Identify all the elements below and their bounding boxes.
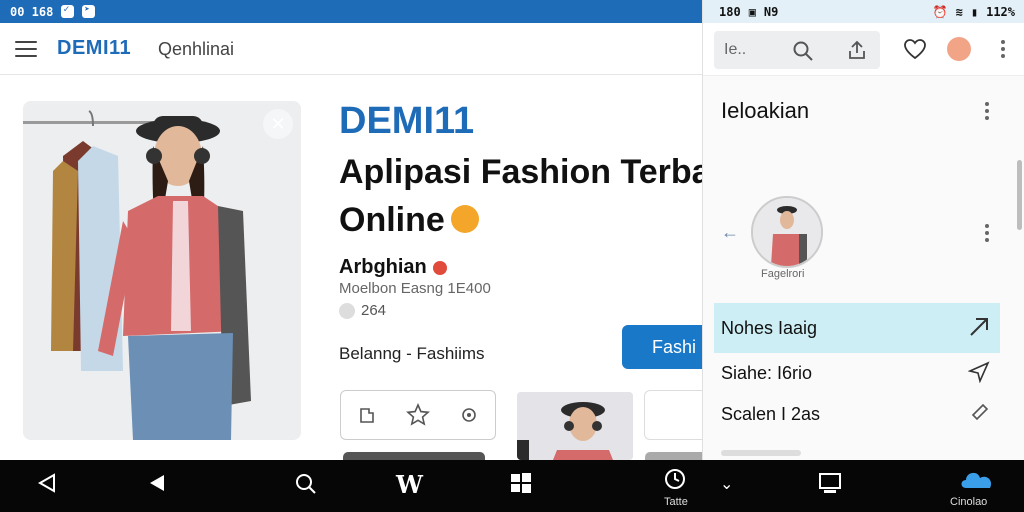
- avatar[interactable]: [947, 37, 971, 61]
- status-time: 00 168: [10, 4, 54, 19]
- star-icon[interactable]: [405, 402, 431, 428]
- author-label: Arbghian: [339, 256, 427, 278]
- fashion-cta-button[interactable]: Fashi: [622, 325, 702, 369]
- panel-toolbar: Ie..: [703, 23, 1024, 76]
- hero-image: ✕: [23, 101, 301, 440]
- status-time-right: 180: [719, 4, 741, 19]
- more-options-icon[interactable]: [1001, 40, 1005, 61]
- brand-logo[interactable]: DEMI11: [57, 37, 131, 60]
- product-thumbnail[interactable]: [517, 392, 633, 460]
- search-icon[interactable]: [792, 40, 814, 67]
- account-label: Cinolao: [950, 496, 988, 508]
- wiki-icon[interactable]: W: [396, 470, 423, 499]
- close-icon[interactable]: ✕: [263, 109, 293, 139]
- window-switch-icon[interactable]: [818, 472, 842, 499]
- navigation-icon: [967, 361, 990, 388]
- app-bar: DEMI11 Qenhlinai: [0, 23, 702, 75]
- battery-label: 112%: [986, 4, 1015, 19]
- profile-avatar[interactable]: [751, 196, 823, 268]
- panel-more-icon[interactable]: [985, 102, 989, 123]
- share-icon[interactable]: [846, 39, 868, 66]
- menu-item-label: Scalen I 2as: [721, 403, 821, 424]
- network-label: N9: [763, 4, 779, 19]
- menu-item-label: Nohes Iaaig: [721, 317, 818, 338]
- back-nav-icon[interactable]: [36, 472, 58, 499]
- fire-emoji-icon: [450, 205, 479, 234]
- tag-icon: [970, 402, 990, 427]
- signal-icon: ▮: [970, 4, 979, 19]
- action-toolbar: [340, 390, 496, 440]
- fashion-model-illustration: [23, 101, 301, 440]
- clock-label: Tatte: [664, 496, 688, 508]
- send-icon: [82, 5, 96, 18]
- status-bar: 00 168: [0, 0, 702, 23]
- status-bar-right: 180 ▣ N9 ⏰ ≋ ▮ 112%: [703, 0, 1024, 23]
- send-arrow-icon: [968, 316, 990, 343]
- thumbnail-model-image: [517, 392, 633, 460]
- settings-gear-icon[interactable]: [456, 402, 482, 428]
- panel-title: Ieloakian: [721, 98, 810, 123]
- product-card[interactable]: [644, 390, 703, 440]
- search-input[interactable]: Ie..: [714, 31, 880, 69]
- menu-item-0[interactable]: Nohes Iaaig: [714, 303, 1000, 353]
- verified-badge-icon: [432, 260, 447, 275]
- back-arrow-icon[interactable]: ←: [721, 222, 739, 243]
- heart-icon[interactable]: [903, 38, 927, 65]
- chevron-down-icon[interactable]: ⌄: [720, 474, 733, 494]
- menu-item-2[interactable]: Scalen I 2as: [714, 389, 1000, 439]
- profile-caption: Fagelrori: [761, 268, 805, 280]
- profile-more-icon[interactable]: [985, 224, 989, 245]
- cloud-account-icon[interactable]: [960, 468, 996, 497]
- image-icon: ▣: [748, 4, 756, 19]
- likes-value: 264: [361, 302, 387, 319]
- app-name: DEMI11: [339, 100, 475, 142]
- hamburger-menu-icon[interactable]: [15, 41, 37, 57]
- category-label: Belanng - Fashiims: [339, 344, 485, 363]
- profile-photo: [753, 198, 821, 266]
- author-meta: Moelbon Easng 1E400: [339, 280, 491, 297]
- alarm-icon: ⏰: [932, 4, 948, 19]
- clock-icon[interactable]: [664, 468, 686, 495]
- bookmark-icon[interactable]: [354, 402, 380, 428]
- side-panel: 180 ▣ N9 ⏰ ≋ ▮ 112% Ie.. Ieloakian ← Fag…: [702, 0, 1024, 460]
- system-nav-bar: W Tatte ⌄ Cinolao: [0, 460, 1024, 512]
- check-icon: [61, 4, 75, 18]
- menu-item-label: Siahe: I6rio: [721, 362, 813, 383]
- search-nav-icon[interactable]: [294, 472, 318, 501]
- cta-label: Fashi: [652, 336, 697, 357]
- menu-item-peek[interactable]: [721, 450, 801, 456]
- search-value: Ie..: [724, 41, 747, 58]
- windows-icon[interactable]: [510, 472, 532, 499]
- likes-icon: [339, 302, 355, 319]
- wifi-icon: ≋: [955, 4, 963, 19]
- back-filled-icon[interactable]: [146, 472, 168, 499]
- likes-count: 264: [339, 302, 386, 319]
- author-name[interactable]: Arbghian: [339, 256, 447, 279]
- appbar-subtitle[interactable]: Qenhlinai: [158, 39, 234, 60]
- scrollbar[interactable]: [1017, 160, 1022, 230]
